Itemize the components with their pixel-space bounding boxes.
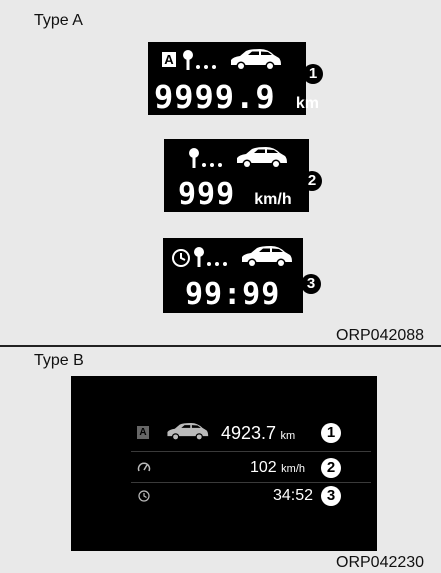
avg-speed-number: 999 (178, 177, 236, 212)
callout-1-badge: 1 (321, 423, 341, 443)
elapsed-time-value: 34:52 (273, 488, 313, 504)
elapsed-time-number: 34:52 (273, 487, 314, 504)
trip-distance-row: A 4923.7 km 1 (71, 420, 377, 446)
row-separator (131, 482, 371, 483)
pin-dots-icon (183, 50, 216, 70)
elapsed-time-number: 99:99 (185, 277, 281, 312)
avg-speed-unit: km/h (281, 463, 305, 475)
callout-2-badge: 2 (321, 458, 341, 478)
avg-speed-value: 102 km/h (250, 460, 305, 476)
callout-2-badge: 2 (302, 171, 322, 191)
pin-dots-icon (194, 247, 227, 267)
clock-icon (172, 249, 190, 267)
figure-code-a: ORP042088 (336, 327, 425, 344)
section-divider (0, 345, 441, 347)
elapsed-time-value: 99:99 (185, 280, 280, 310)
avg-speed-unit: km/h (254, 191, 292, 208)
callout-3-badge: 3 (321, 486, 341, 506)
car-icon (237, 147, 287, 169)
type-b-label: Type B (34, 352, 84, 369)
elapsed-time-display: 99:99 (163, 238, 303, 313)
car-icon (167, 423, 209, 441)
trip-distance-unit: km (280, 430, 296, 442)
type-b-display-panel: A 4923.7 km 1 102 km/h 2 34:52 3 (71, 376, 377, 551)
elapsed-time-row: 34:52 3 (71, 484, 377, 508)
trip-distance-display: A 9999.9 km (148, 42, 319, 115)
car-icon (242, 246, 292, 268)
avg-speed-number: 102 (250, 459, 277, 476)
row-separator (131, 451, 371, 452)
avg-speed-value: 999 km/h (178, 180, 292, 210)
avg-speed-row: 102 km/h 2 (71, 456, 377, 480)
pin-dots-icon (189, 148, 222, 168)
trip-distance-value: 9999.9 km (154, 81, 319, 113)
trip-distance-number: 9999.9 (154, 78, 276, 116)
trip-mode-a-icon: A (162, 52, 176, 67)
trip-distance-value: 4923.7 km (221, 424, 295, 443)
callout-1-badge: 1 (303, 64, 323, 84)
clock-icon (138, 490, 150, 502)
type-a-label: Type A (34, 12, 83, 29)
figure-code-b: ORP042230 (336, 554, 425, 571)
avg-speed-display: 999 km/h (164, 139, 309, 212)
callout-3-badge: 3 (301, 274, 321, 294)
speedometer-icon (137, 462, 151, 472)
car-icon (231, 49, 281, 71)
trip-distance-number: 4923.7 (221, 423, 277, 443)
trip-distance-unit: km (295, 95, 319, 112)
trip-mode-a-icon: A (137, 426, 149, 439)
